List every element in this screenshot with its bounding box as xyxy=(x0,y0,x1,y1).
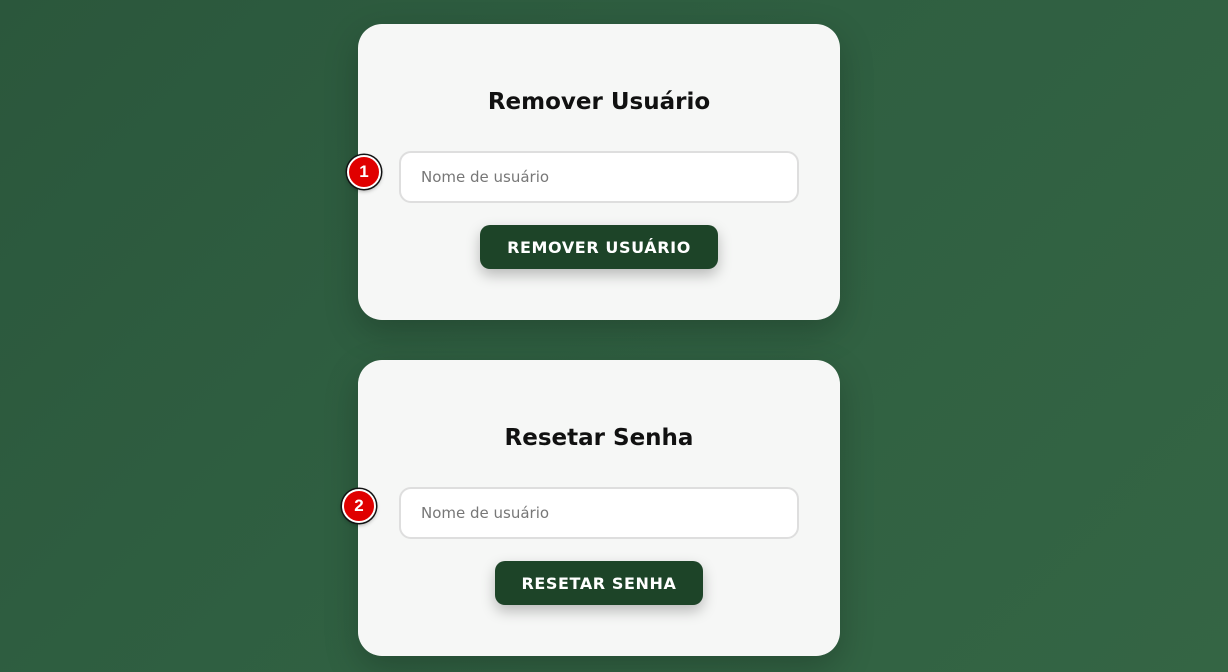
remove-user-username-input[interactable] xyxy=(399,151,799,203)
remove-user-card: Remover Usuário REMOVER USUÁRIO xyxy=(358,24,840,320)
remove-user-button[interactable]: REMOVER USUÁRIO xyxy=(480,225,718,269)
annotation-marker-2: 2 xyxy=(342,489,376,523)
annotation-marker-1: 1 xyxy=(347,155,381,189)
reset-password-username-input[interactable] xyxy=(399,487,799,539)
reset-password-card: Resetar Senha RESETAR SENHA xyxy=(358,360,840,656)
reset-password-button[interactable]: RESETAR SENHA xyxy=(495,561,703,605)
reset-password-title: Resetar Senha xyxy=(504,425,694,451)
remove-user-title: Remover Usuário xyxy=(487,89,711,115)
